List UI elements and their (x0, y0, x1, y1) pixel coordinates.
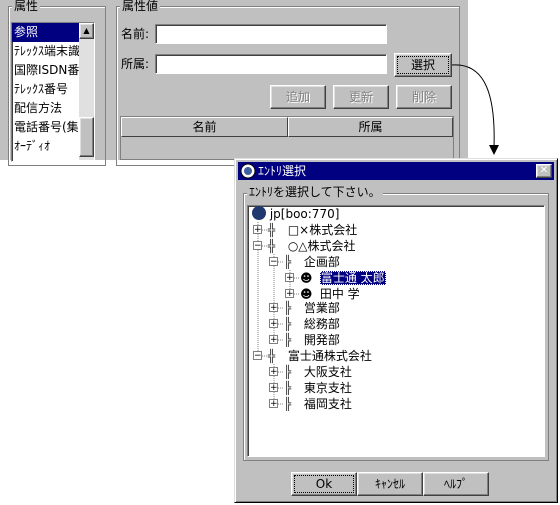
tree-node-label: ○△株式会社 (287, 239, 356, 253)
globe-icon (252, 206, 266, 220)
affiliation-field[interactable] (155, 54, 387, 74)
expand-plus-icon[interactable]: + (269, 319, 278, 329)
expand-plus-icon[interactable]: + (269, 399, 278, 409)
expand-plus-icon[interactable]: + (269, 367, 278, 377)
tree-node-label: 東京支社 (303, 381, 352, 395)
tree-node-department[interactable]: ╠ 総務部 (284, 316, 340, 332)
tree-node-label: jp[boo:770] (269, 207, 340, 221)
column-header-affiliation[interactable]: 所属 (288, 117, 453, 137)
expand-plus-icon[interactable]: + (285, 289, 294, 299)
tree-node-company[interactable]: ╬ □×株式会社 (268, 222, 357, 238)
tree-node-branch[interactable]: ╠ 福岡支社 (284, 396, 352, 412)
tree-node-branch[interactable]: ╠ 大阪支社 (284, 364, 352, 380)
add-button[interactable]: 追加 (270, 85, 326, 109)
directory-tree[interactable]: jp[boo:770] + ╬ □×株式会社 − ╬ ○△株式会社 − ╠ 企画… (247, 205, 545, 457)
scroll-up-arrow-icon[interactable]: ▲ (79, 23, 94, 39)
cancel-button[interactable]: ｷｬﾝｾﾙ (357, 472, 423, 496)
name-field[interactable] (155, 24, 387, 44)
help-button[interactable]: ﾍﾙﾌﾟ (423, 472, 489, 496)
tree-node-label: 富士通株式会社 (287, 349, 372, 363)
department-icon: ╠ (284, 317, 292, 331)
dialog-title: ｴﾝﾄﾘ選択 (258, 164, 307, 178)
tree-node-person-selected[interactable]: ☻ 富士通 太郎 (300, 270, 386, 286)
collapse-minus-icon[interactable]: − (253, 241, 262, 251)
organization-icon: ╬ (268, 349, 276, 363)
update-button[interactable]: 更新 (333, 85, 389, 109)
department-icon: ╠ (284, 301, 292, 315)
department-icon: ╠ (284, 397, 292, 411)
dialog-titlebar[interactable]: ｴﾝﾄﾘ選択 ✕ (238, 162, 554, 180)
department-icon: ╠ (284, 333, 292, 347)
tree-node-department[interactable]: ╠ 企画部 (284, 254, 340, 270)
close-icon[interactable]: ✕ (536, 164, 552, 178)
tree-node-company[interactable]: ╬ 富士通株式会社 (268, 348, 372, 364)
expand-plus-icon[interactable]: + (269, 335, 278, 345)
tree-node-label: 大阪支社 (303, 365, 352, 379)
name-label: 名前: (121, 27, 150, 41)
dialog-app-icon (240, 163, 256, 179)
department-icon: ╠ (284, 255, 292, 269)
entry-prompt: ｴﾝﾄﾘを選択して下さい。 (247, 185, 383, 199)
expand-plus-icon[interactable]: + (253, 225, 262, 235)
expand-plus-icon[interactable]: + (269, 303, 278, 313)
callout-arrow-icon (451, 64, 499, 155)
scroll-thumb[interactable] (79, 117, 94, 157)
tree-node-department[interactable]: ╠ 営業部 (284, 300, 340, 316)
tree-node-branch[interactable]: ╠ 東京支社 (284, 380, 352, 396)
attribute-editor-window: 属性 参照 ﾃﾚｯｸｽ端末識 国際ISDN番 ﾃﾚｯｸｽ番号 配信方法 電話番号… (0, 0, 468, 166)
attribute-group-label: 属性 (12, 0, 41, 13)
tree-node-root[interactable]: jp[boo:770] (252, 206, 339, 222)
tree-node-label: 総務部 (303, 317, 340, 331)
tree-node-label: 営業部 (303, 301, 340, 315)
tree-node-label: 企画部 (303, 255, 340, 269)
tree-node-label: 福岡支社 (303, 397, 352, 411)
column-header-name[interactable]: 名前 (121, 117, 288, 137)
department-icon: ╠ (284, 365, 292, 379)
person-icon: ☻ (300, 271, 313, 285)
tree-node-department[interactable]: ╠ 開発部 (284, 332, 340, 348)
organization-icon: ╬ (268, 239, 276, 253)
tree-node-label: 開発部 (303, 333, 340, 347)
attribute-value-group-label: 属性値 (120, 0, 161, 13)
tree-node-company[interactable]: ╬ ○△株式会社 (268, 238, 356, 254)
tree-node-label: 富士通 太郎 (319, 271, 386, 285)
expand-plus-icon[interactable]: + (285, 273, 294, 283)
tree-node-label: 田中 学 (319, 287, 360, 301)
entry-select-dialog: ｴﾝﾄﾘ選択 ✕ ｴﾝﾄﾘを選択して下さい。 jp[boo:770] + ╬ □… (234, 158, 558, 503)
department-icon: ╠ (284, 381, 292, 395)
collapse-minus-icon[interactable]: − (269, 257, 278, 267)
tree-node-label: □×株式会社 (287, 223, 358, 237)
expand-plus-icon[interactable]: + (269, 383, 278, 393)
affiliation-label: 所属: (121, 57, 150, 71)
collapse-minus-icon[interactable]: − (253, 351, 262, 361)
ok-button[interactable]: Ok (291, 472, 357, 496)
organization-icon: ╬ (268, 223, 276, 237)
